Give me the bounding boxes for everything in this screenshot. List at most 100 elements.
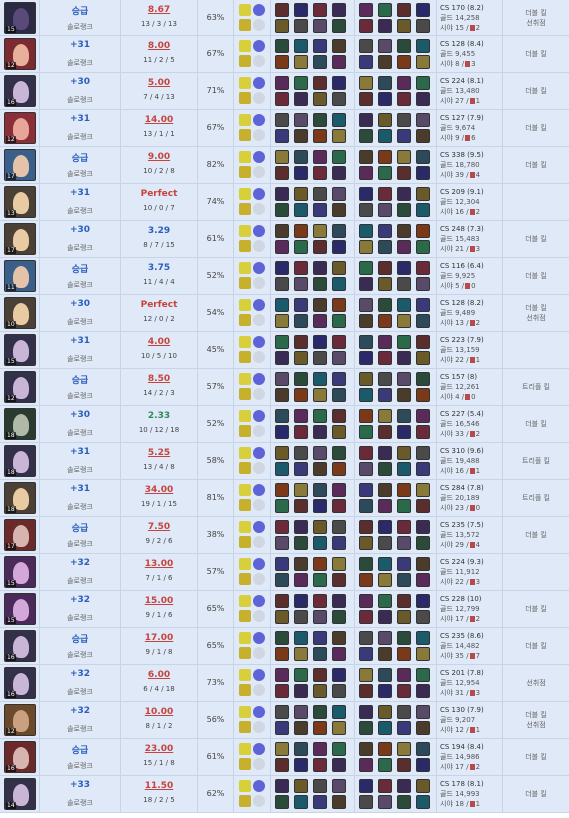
item-icon[interactable] <box>332 462 346 476</box>
rune-icon[interactable] <box>253 521 265 533</box>
summoner-spell-icon[interactable] <box>239 669 251 681</box>
champion-portrait[interactable]: 15 <box>4 2 36 34</box>
item-icon[interactable] <box>332 55 346 69</box>
kda-ratio[interactable]: 3.29 <box>121 226 197 236</box>
item-icon[interactable] <box>416 758 430 772</box>
item-icon[interactable] <box>313 779 327 793</box>
table-row[interactable]: 15 승급 솔로랭크 8.67 13 / 3 / 13 63% CS 170 (8.2) 골드… <box>0 0 569 36</box>
item-icon[interactable] <box>275 520 289 534</box>
item-icon[interactable] <box>332 166 346 180</box>
item-icon[interactable] <box>397 499 411 513</box>
item-icon[interactable] <box>378 19 392 33</box>
item-icon[interactable] <box>294 795 308 809</box>
item-icon[interactable] <box>313 261 327 275</box>
champion-portrait[interactable]: 14 <box>4 778 36 810</box>
item-icon[interactable] <box>332 520 346 534</box>
kda-ratio[interactable]: 10.00 <box>121 707 197 717</box>
item-icon[interactable] <box>378 647 392 661</box>
item-icon[interactable] <box>416 277 430 291</box>
table-row[interactable]: 18 +30 솔로랭크 2.33 10 / 12 / 18 52% CS 227 (5.4)… <box>0 406 569 443</box>
rune-icon[interactable] <box>253 351 265 363</box>
item-icon[interactable] <box>275 240 289 254</box>
rune-icon[interactable] <box>253 188 265 200</box>
item-icon[interactable] <box>378 298 392 312</box>
item-icon[interactable] <box>359 39 373 53</box>
item-icon[interactable] <box>397 758 411 772</box>
item-icon[interactable] <box>275 3 289 17</box>
item-icon[interactable] <box>313 795 327 809</box>
table-row[interactable]: 10 +30 솔로랭크 Perfect 12 / 0 / 2 54% CS 128 (8.2… <box>0 295 569 332</box>
item-icon[interactable] <box>313 240 327 254</box>
summoner-spell-icon[interactable] <box>239 610 251 622</box>
champion-portrait[interactable]: 18 <box>4 445 36 477</box>
item-icon[interactable] <box>275 76 289 90</box>
summoner-spell-icon[interactable] <box>239 203 251 215</box>
table-row[interactable]: 18 +31 솔로랭크 5.25 13 / 4 / 8 58% CS 310 (9.6) 골드… <box>0 443 569 480</box>
summoner-spell-icon[interactable] <box>239 743 251 755</box>
item-icon[interactable] <box>378 425 392 439</box>
item-icon[interactable] <box>313 536 327 550</box>
champion-portrait[interactable]: 16 <box>4 667 36 699</box>
item-icon[interactable] <box>416 3 430 17</box>
item-icon[interactable] <box>294 483 308 497</box>
item-icon[interactable] <box>332 224 346 238</box>
item-icon[interactable] <box>294 499 308 513</box>
item-icon[interactable] <box>313 224 327 238</box>
champion-portrait[interactable]: 12 <box>4 704 36 736</box>
kda-ratio[interactable]: 34.00 <box>121 485 197 495</box>
item-icon[interactable] <box>378 483 392 497</box>
item-icon[interactable] <box>313 520 327 534</box>
rune-icon[interactable] <box>253 484 265 496</box>
item-icon[interactable] <box>275 446 289 460</box>
item-icon[interactable] <box>397 684 411 698</box>
item-icon[interactable] <box>378 39 392 53</box>
item-icon[interactable] <box>416 76 430 90</box>
item-icon[interactable] <box>397 705 411 719</box>
item-icon[interactable] <box>416 372 430 386</box>
item-icon[interactable] <box>294 76 308 90</box>
summoner-spell-icon[interactable] <box>239 410 251 422</box>
item-icon[interactable] <box>294 298 308 312</box>
item-icon[interactable] <box>275 721 289 735</box>
item-icon[interactable] <box>359 462 373 476</box>
item-icon[interactable] <box>378 520 392 534</box>
item-icon[interactable] <box>275 684 289 698</box>
item-icon[interactable] <box>313 3 327 17</box>
item-icon[interactable] <box>397 277 411 291</box>
summoner-spell-icon[interactable] <box>239 129 251 141</box>
summoner-spell-icon[interactable] <box>239 151 251 163</box>
champion-portrait[interactable]: 12 <box>4 371 36 403</box>
champion-portrait[interactable]: 15 <box>4 593 36 625</box>
item-icon[interactable] <box>313 298 327 312</box>
item-icon[interactable] <box>294 113 308 127</box>
item-icon[interactable] <box>313 113 327 127</box>
item-icon[interactable] <box>416 557 430 571</box>
item-icon[interactable] <box>416 351 430 365</box>
rune-icon[interactable] <box>253 114 265 126</box>
item-icon[interactable] <box>359 351 373 365</box>
rune-icon[interactable] <box>253 595 265 607</box>
item-icon[interactable] <box>416 92 430 106</box>
item-icon[interactable] <box>378 129 392 143</box>
item-icon[interactable] <box>416 298 430 312</box>
kda-ratio[interactable]: Perfect <box>121 300 197 310</box>
rune-icon[interactable] <box>253 743 265 755</box>
item-icon[interactable] <box>275 631 289 645</box>
rune-icon[interactable] <box>253 299 265 311</box>
item-icon[interactable] <box>359 499 373 513</box>
item-icon[interactable] <box>359 76 373 90</box>
item-icon[interactable] <box>294 55 308 69</box>
item-icon[interactable] <box>275 351 289 365</box>
item-icon[interactable] <box>359 483 373 497</box>
item-icon[interactable] <box>313 76 327 90</box>
item-icon[interactable] <box>313 351 327 365</box>
kda-ratio[interactable]: 6.00 <box>121 670 197 680</box>
item-icon[interactable] <box>275 536 289 550</box>
table-row[interactable]: 12 +32 솔로랭크 10.00 8 / 1 / 2 56% CS 130 (7.9) 골드… <box>0 702 569 739</box>
item-icon[interactable] <box>275 557 289 571</box>
item-icon[interactable] <box>378 779 392 793</box>
item-icon[interactable] <box>378 446 392 460</box>
item-icon[interactable] <box>359 705 373 719</box>
item-icon[interactable] <box>332 129 346 143</box>
item-icon[interactable] <box>332 39 346 53</box>
